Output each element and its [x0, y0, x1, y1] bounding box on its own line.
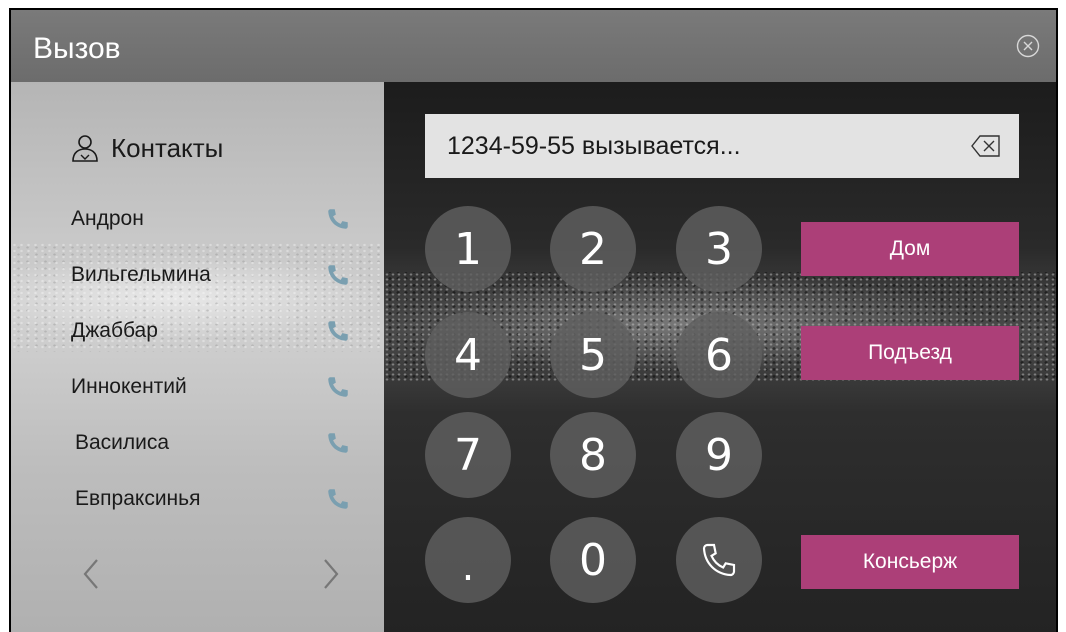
key-2[interactable]: 2	[550, 206, 636, 292]
contact-name: Иннокентий	[71, 375, 187, 398]
key-1[interactable]: 1	[425, 206, 511, 292]
contact-item[interactable]: Иннокентий	[71, 367, 361, 407]
contacts-header: Контакты	[69, 132, 223, 164]
phone-icon[interactable]	[325, 374, 351, 400]
call-button[interactable]	[676, 517, 762, 603]
home-button[interactable]: Дом	[801, 222, 1019, 276]
phone-icon[interactable]	[325, 318, 351, 344]
key-3[interactable]: 3	[676, 206, 762, 292]
key-0[interactable]: 0	[550, 517, 636, 603]
chevron-right-icon[interactable]	[319, 554, 343, 594]
contact-item[interactable]: Василиса	[75, 423, 361, 463]
backspace-icon[interactable]	[971, 134, 1001, 158]
phone-icon[interactable]	[325, 486, 351, 512]
key-5[interactable]: 5	[550, 312, 636, 398]
call-window: Вызов Контакты Андрон Вильгельмина Джабб…	[9, 8, 1058, 632]
contact-item[interactable]: Андрон	[71, 199, 361, 239]
contact-item[interactable]: Джаббар	[71, 311, 361, 351]
window-title: Вызов	[33, 32, 121, 65]
number-display: 1234-59-55 вызывается...	[425, 114, 1019, 178]
contacts-panel: Контакты Андрон Вильгельмина Джаббар Инн…	[11, 82, 384, 632]
key-8[interactable]: 8	[550, 412, 636, 498]
contact-name: Андрон	[71, 207, 144, 230]
contact-name: Евпраксинья	[75, 487, 201, 510]
phone-icon[interactable]	[325, 262, 351, 288]
key-dot[interactable]: .	[425, 517, 511, 603]
chevron-left-icon[interactable]	[79, 554, 103, 594]
call-status-text: 1234-59-55 вызывается...	[447, 131, 741, 160]
contact-name: Вильгельмина	[71, 263, 211, 286]
contact-item[interactable]: Вильгельмина	[71, 255, 361, 295]
key-7[interactable]: 7	[425, 412, 511, 498]
phone-icon	[702, 543, 736, 577]
dialer-panel: 1234-59-55 вызывается... 1 2 3 4 5 6 7 8…	[384, 82, 1056, 632]
title-bar: Вызов	[11, 10, 1056, 82]
contact-name: Василиса	[75, 431, 170, 454]
contacts-icon	[72, 135, 98, 162]
key-6[interactable]: 6	[676, 312, 762, 398]
contacts-title: Контакты	[111, 132, 224, 163]
contact-item[interactable]: Евпраксинья	[75, 479, 361, 519]
phone-icon[interactable]	[325, 430, 351, 456]
contact-name: Джаббар	[71, 319, 158, 342]
phone-icon[interactable]	[325, 206, 351, 232]
close-icon[interactable]	[1016, 34, 1040, 58]
entrance-button[interactable]: Подъезд	[801, 326, 1019, 380]
key-9[interactable]: 9	[676, 412, 762, 498]
concierge-button[interactable]: Консьерж	[801, 535, 1019, 589]
key-4[interactable]: 4	[425, 312, 511, 398]
